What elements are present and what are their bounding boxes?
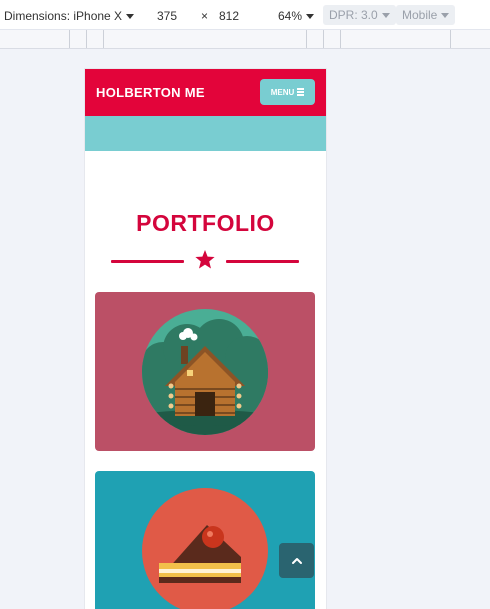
log-cabin-icon: [142, 309, 268, 435]
ruler-tick: [340, 30, 341, 48]
device-viewport: HOLBERTON ME MENU PORTFOLIO: [85, 69, 326, 609]
chevron-down-icon: [126, 14, 135, 20]
menu-button[interactable]: MENU: [260, 79, 315, 105]
cake-slice-icon: [142, 488, 268, 609]
hamburger-icon: [297, 88, 305, 96]
chevron-down-icon: [306, 14, 315, 20]
ruler-tick: [103, 30, 104, 48]
times-symbol: ×: [201, 9, 209, 23]
site-brand[interactable]: HOLBERTON ME: [96, 85, 205, 100]
scroll-to-top-button[interactable]: [279, 543, 314, 578]
portfolio-item-cake[interactable]: [95, 471, 315, 609]
media-query-ruler[interactable]: [0, 30, 490, 49]
zoom-select[interactable]: 64%: [278, 9, 315, 23]
portfolio-title: PORTFOLIO: [136, 210, 275, 236]
chevron-down-icon: [441, 13, 450, 19]
chevron-up-icon: [291, 557, 302, 564]
divider-line: [111, 260, 184, 263]
ruler-tick: [69, 30, 70, 48]
menu-label: MENU: [270, 87, 295, 97]
portfolio-item-cabin[interactable]: [95, 292, 315, 451]
title-divider: [111, 249, 299, 273]
star-icon: [195, 250, 215, 269]
dpr-value: DPR: 3.0: [329, 8, 378, 22]
mode-select[interactable]: Mobile: [396, 5, 456, 25]
ruler-tick: [86, 30, 87, 48]
ruler-tick: [323, 30, 324, 48]
device-label: Dimensions: iPhone X: [4, 9, 123, 23]
width-input[interactable]: 375: [157, 9, 177, 23]
dpr-select[interactable]: DPR: 3.0: [323, 5, 396, 25]
height-input[interactable]: 812: [219, 9, 239, 23]
mode-value: Mobile: [402, 8, 438, 22]
chevron-down-icon: [381, 13, 390, 19]
divider-line: [226, 260, 299, 263]
device-select[interactable]: Dimensions: iPhone X: [4, 9, 135, 23]
header-band: [85, 116, 326, 151]
ruler-tick: [306, 30, 307, 48]
zoom-value: 64%: [278, 9, 303, 23]
device-toolbar: Dimensions: iPhone X 375 × 812 64% DPR: …: [0, 0, 490, 30]
navbar: HOLBERTON ME MENU: [85, 69, 326, 116]
ruler-tick: [450, 30, 451, 48]
